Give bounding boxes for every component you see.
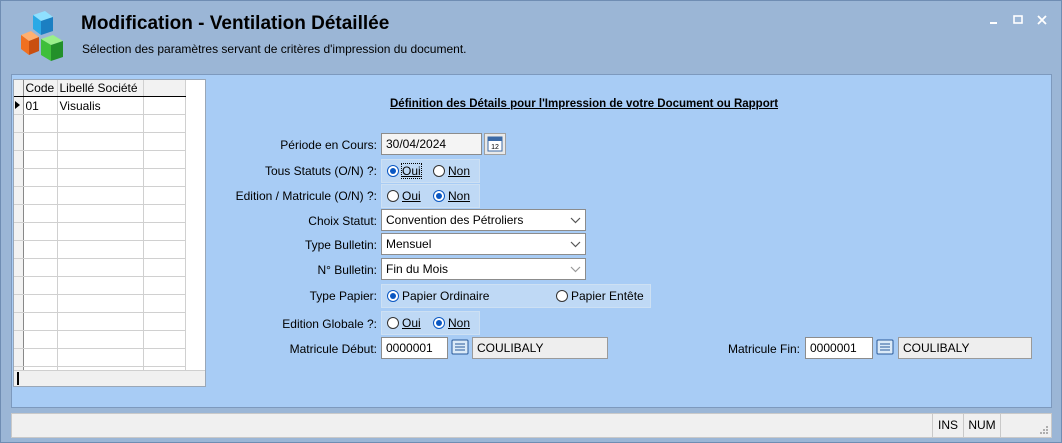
cell-libelle[interactable]: Visualis [57, 96, 144, 115]
edition-matricule-oui-label: Oui [402, 189, 421, 203]
radio-unselected-icon [387, 317, 399, 329]
calendar-button[interactable]: 12 [484, 133, 506, 155]
list-icon [876, 339, 894, 355]
cell-code[interactable]: 01 [23, 96, 58, 115]
type-papier-radio-group: Papier Ordinaire Papier Entête [381, 284, 651, 308]
chevron-down-icon[interactable] [567, 260, 584, 278]
type-bulletin-label: Type Bulletin: [304, 238, 377, 252]
radio-selected-icon [433, 317, 445, 329]
edition-matricule-label: Edition / Matricule (O/N) ?: [235, 189, 377, 203]
radio-unselected-icon [387, 190, 399, 202]
title-bar[interactable]: Modification - Ventilation Détaillée Sél… [1, 1, 1061, 69]
radio-unselected-icon [433, 165, 445, 177]
radio-selected-icon [433, 190, 445, 202]
papier-entete-label: Papier Entête [571, 289, 644, 303]
grid-horizontal-scrollbar[interactable] [14, 370, 205, 386]
tous-statuts-label: Tous Statuts (O/N) ?: [264, 164, 377, 178]
periode-label: Période en Cours: [280, 138, 377, 152]
edition-globale-non-radio[interactable]: Non [433, 316, 470, 330]
edition-globale-oui-label: Oui [402, 316, 421, 330]
papier-ordinaire-label: Papier Ordinaire [402, 289, 490, 303]
type-bulletin-select[interactable]: Mensuel [381, 233, 586, 255]
table-row-empty [14, 114, 186, 133]
minimize-icon [990, 22, 997, 24]
edition-matricule-non-radio[interactable]: Non [433, 189, 470, 203]
cell-empty [143, 96, 186, 115]
column-header-code[interactable]: Code [23, 80, 58, 97]
no-bulletin-value: Fin du Mois [386, 262, 449, 276]
matricule-fin-name: COULIBALY [898, 337, 1032, 359]
choix-statut-select[interactable]: Convention des Pétroliers [381, 209, 586, 231]
content-panel: Code Libellé Société 01 Visualis Définit… [11, 74, 1052, 408]
scrollbar-thumb[interactable] [17, 372, 19, 385]
tous-statuts-non-radio[interactable]: Non [433, 164, 470, 178]
radio-selected-icon [387, 165, 399, 177]
type-bulletin-value: Mensuel [386, 237, 432, 251]
table-row[interactable]: 01 Visualis [14, 96, 186, 115]
company-grid[interactable]: Code Libellé Société 01 Visualis [13, 79, 206, 387]
window-subtitle: Sélection des paramètres servant de crit… [82, 42, 467, 56]
matricule-debut-list-button[interactable] [449, 337, 471, 359]
tous-statuts-oui-radio[interactable]: Oui [387, 163, 422, 179]
edition-matricule-non-label: Non [448, 189, 471, 203]
radio-selected-icon [387, 290, 399, 302]
maximize-button[interactable] [1009, 13, 1027, 29]
company-table: Code Libellé Société 01 Visualis [14, 80, 186, 385]
edition-globale-non-label: Non [448, 316, 471, 330]
chevron-down-icon[interactable] [567, 211, 584, 229]
type-papier-label: Type Papier: [309, 289, 377, 303]
minimize-button[interactable] [985, 13, 1003, 29]
edition-matricule-oui-radio[interactable]: Oui [387, 189, 421, 203]
cubes-logo-icon [21, 11, 63, 61]
matricule-fin-label: Matricule Fin: [727, 342, 800, 356]
papier-ordinaire-radio[interactable]: Papier Ordinaire [387, 289, 489, 303]
row-indicator-header [14, 80, 24, 97]
edition-matricule-radio-group: Oui Non [381, 184, 480, 208]
tous-statuts-non-label: Non [448, 164, 471, 178]
chevron-down-icon[interactable] [567, 235, 584, 253]
periode-input[interactable]: 30/04/2024 [381, 133, 482, 155]
window-title: Modification - Ventilation Détaillée [81, 13, 390, 34]
close-icon [1037, 15, 1047, 25]
column-header-empty [143, 80, 186, 97]
svg-text:12: 12 [491, 144, 499, 151]
matricule-debut-label: Matricule Début: [289, 342, 377, 356]
list-icon [451, 339, 469, 355]
status-num: NUM [963, 414, 1000, 437]
row-selector-icon [14, 96, 24, 115]
papier-entete-radio[interactable]: Papier Entête [556, 289, 644, 303]
close-button[interactable] [1033, 13, 1051, 29]
form-heading: Définition des Détails pour l'Impression… [390, 98, 779, 110]
no-bulletin-label: N° Bulletin: [317, 263, 378, 277]
status-bar: INS NUM [11, 413, 1052, 438]
no-bulletin-select[interactable]: Fin du Mois [381, 258, 586, 280]
edition-globale-oui-radio[interactable]: Oui [387, 316, 421, 330]
matricule-debut-input[interactable]: 0000001 [381, 337, 448, 359]
tous-statuts-oui-label: Oui [401, 163, 422, 179]
matricule-fin-list-button[interactable] [874, 337, 896, 359]
radio-unselected-icon [556, 290, 568, 302]
tous-statuts-radio-group: Oui Non [381, 159, 480, 183]
app-window: Modification - Ventilation Détaillée Sél… [0, 0, 1062, 443]
choix-statut-value: Convention des Pétroliers [386, 213, 524, 227]
resize-grip-icon[interactable] [1039, 425, 1049, 435]
status-empty [1000, 414, 1031, 437]
column-header-libelle[interactable]: Libellé Société [57, 80, 144, 97]
maximize-icon [1013, 15, 1023, 24]
choix-statut-label: Choix Statut: [308, 214, 377, 228]
status-ins: INS [932, 414, 963, 437]
matricule-fin-input[interactable]: 0000001 [805, 337, 873, 359]
calendar-icon: 12 [487, 136, 503, 152]
edition-globale-radio-group: Oui Non [381, 311, 480, 335]
edition-globale-label: Edition Globale ?: [282, 317, 377, 331]
